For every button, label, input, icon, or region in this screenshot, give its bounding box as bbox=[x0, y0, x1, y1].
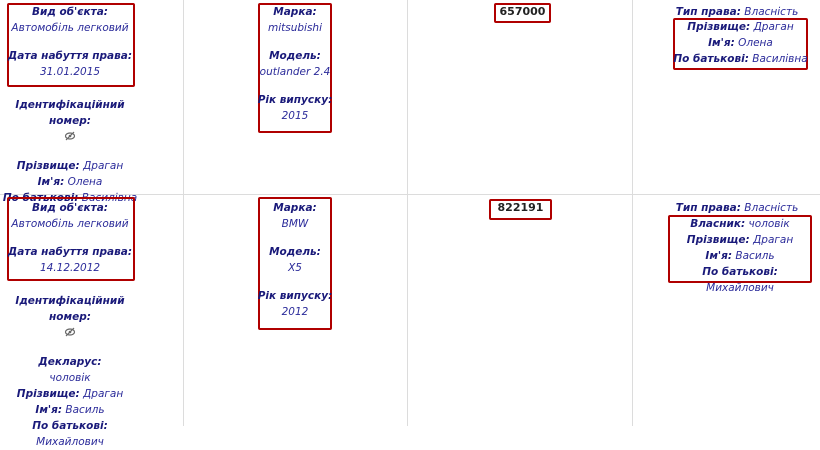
owner-name-value: Василь bbox=[735, 250, 775, 262]
surname-value: Драган bbox=[83, 160, 124, 172]
price-value: 657000 bbox=[499, 5, 546, 18]
name-label: Ім'я: bbox=[35, 404, 63, 416]
year-label: Рік випуску: bbox=[257, 94, 333, 106]
model-label: Модель: bbox=[269, 246, 321, 258]
acquired-date-value: 31.01.2015 bbox=[39, 66, 101, 78]
owner-surname-value: Драган bbox=[753, 234, 794, 246]
object-type-value: Автомобіль легковий bbox=[11, 218, 129, 230]
year-label: Рік випуску: bbox=[257, 290, 333, 302]
owner-cell: Власник: чоловік Прізвище: Драган Ім'я: … bbox=[668, 216, 812, 296]
object-type-value: Автомобіль легковий bbox=[11, 22, 129, 34]
object-type-label: Вид об'єкта: bbox=[32, 6, 108, 18]
object-type-label: Вид об'єкта: bbox=[32, 202, 108, 214]
column-divider bbox=[407, 0, 408, 426]
eye-slash-icon[interactable] bbox=[64, 129, 76, 145]
owner-id-cell: Ідентифікаційний номер: Декларус: чолові… bbox=[0, 293, 140, 450]
brand-label: Марка: bbox=[273, 6, 317, 18]
id-number-label: Ідентифікаційний номер: bbox=[15, 295, 125, 323]
vehicle-info-cell: Марка: BMW Модель: X5 Рік випуску: 2012 bbox=[253, 200, 337, 320]
owner-surname-value: Драган bbox=[753, 21, 794, 33]
owner-patronymic-value: Василівна bbox=[752, 53, 808, 65]
owner-patronymic-label: По батькові: bbox=[702, 266, 778, 278]
brand-value: BMW bbox=[281, 218, 309, 230]
acquired-date-label: Дата набуття права: bbox=[7, 246, 133, 258]
brand-value: mitsubishi bbox=[267, 22, 322, 34]
owner-name-value: Олена bbox=[738, 37, 773, 49]
model-value: outlander 2.4 bbox=[259, 66, 331, 78]
id-number-label: Ідентифікаційний номер: bbox=[15, 99, 125, 127]
surname-label: Прізвище: bbox=[16, 160, 80, 172]
model-value: X5 bbox=[288, 262, 302, 274]
acquired-date-value: 14.12.2012 bbox=[39, 262, 101, 274]
right-type-line: Тип права: Власність bbox=[672, 200, 802, 216]
year-value: 2012 bbox=[281, 306, 309, 318]
owner-id-cell: Ідентифікаційний номер: Прізвище: Драган… bbox=[0, 97, 140, 206]
patronymic-value: Михайлович bbox=[36, 436, 104, 448]
declarant-value: чоловік bbox=[49, 372, 91, 384]
right-type-value: Власність bbox=[744, 202, 799, 214]
owner-patronymic-label: По батькові: bbox=[673, 53, 749, 65]
year-value: 2015 bbox=[281, 110, 309, 122]
brand-label: Марка: bbox=[273, 202, 317, 214]
patronymic-label: По батькові: bbox=[32, 420, 108, 432]
right-type-label: Тип права: bbox=[675, 6, 741, 18]
owner-surname-label: Прізвище: bbox=[687, 21, 751, 33]
object-info-cell: Вид об'єкта: Автомобіль легковий Дата на… bbox=[0, 4, 140, 80]
name-value: Олена bbox=[67, 176, 103, 188]
object-info-cell: Вид об'єкта: Автомобіль легковий Дата на… bbox=[0, 200, 140, 276]
surname-label: Прізвище: bbox=[16, 388, 80, 400]
model-label: Модель: bbox=[269, 50, 321, 62]
owner-patronymic-value: Михайлович bbox=[706, 282, 774, 294]
vehicles-table: Вид об'єкта: Автомобіль легковий Дата на… bbox=[0, 0, 820, 448]
name-value: Василь bbox=[65, 404, 105, 416]
name-label: Ім'я: bbox=[37, 176, 65, 188]
right-type-value: Власність bbox=[744, 6, 799, 18]
right-type-label: Тип права: bbox=[675, 202, 741, 214]
acquired-date-label: Дата набуття права: bbox=[7, 50, 133, 62]
vehicle-info-cell: Марка: mitsubishi Модель: outlander 2.4 … bbox=[253, 4, 337, 124]
surname-value: Драган bbox=[83, 388, 124, 400]
owner-label: Власник: bbox=[690, 218, 746, 230]
owner-name-label: Ім'я: bbox=[705, 250, 733, 262]
column-divider bbox=[183, 0, 184, 426]
owner-name-label: Ім'я: bbox=[708, 37, 735, 49]
owner-value: чоловік bbox=[748, 218, 790, 230]
price-value: 822191 bbox=[497, 201, 544, 214]
owner-cell: Прізвище: Драган Ім'я: Олена По батькові… bbox=[673, 19, 808, 67]
owner-surname-label: Прізвище: bbox=[686, 234, 750, 246]
eye-slash-icon[interactable] bbox=[64, 325, 76, 341]
column-divider bbox=[632, 0, 633, 426]
declarant-label: Декларус: bbox=[38, 356, 102, 368]
